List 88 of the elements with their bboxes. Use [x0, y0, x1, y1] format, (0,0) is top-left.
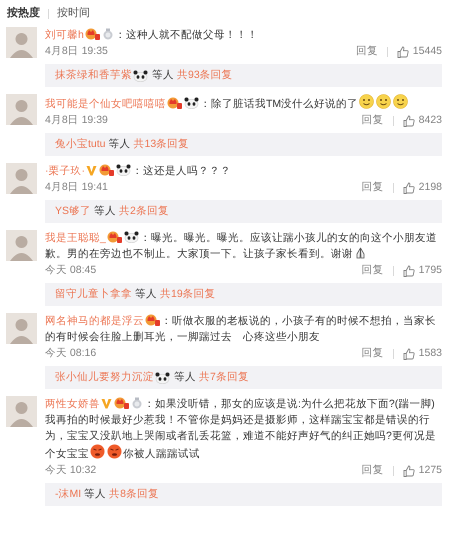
comment-text: 网名神马的都是浮云 ：听做衣服的老板说的，小孩子有的时候不想拍，当家长的有时候会往脸上删耳光，一脚踹过去 心疼这些小朋友 — [45, 313, 437, 345]
crown-badge-icon — [167, 96, 182, 109]
smiley-face-icon — [359, 94, 374, 109]
comment-text: 刘可馨h ：这种人就不配做父母！！！ — [45, 27, 259, 43]
reply-user-link[interactable]: 抹茶绿和香芋紫 — [55, 68, 132, 84]
comment-time: 今天 10:32 — [45, 462, 96, 478]
reply-suffix: 等人 — [94, 204, 116, 219]
reply-link[interactable]: 回复 — [362, 346, 384, 362]
like-button[interactable]: 8423 — [402, 112, 442, 128]
angry-face-icon — [90, 444, 105, 459]
user-name-link[interactable]: 网名神马的都是浮云 — [45, 315, 144, 327]
smiley-face-icon — [376, 94, 392, 109]
panda-icon — [116, 164, 131, 176]
panda-icon — [133, 70, 148, 82]
replies-bar[interactable]: -沫MI 等人 共8条回复 — [45, 483, 442, 506]
reply-user-link[interactable]: 留守儿童卜拿拿 — [55, 286, 132, 302]
replies-bar[interactable]: YS够了 等人 共2条回复 — [45, 200, 442, 223]
panda-icon — [184, 97, 199, 109]
user-name-link[interactable]: ·栗子玖· — [45, 165, 85, 177]
reply-user-link[interactable]: 兔小宝tutu — [55, 136, 106, 152]
comment-time: 4月8日 19:35 — [45, 44, 108, 59]
comment-text: 我可能是个仙女吧嘻嘻嘻 ：除了脏话我TM没什么好说的了 — [45, 94, 442, 112]
crown-badge-icon — [114, 396, 129, 409]
like-button[interactable]: 1795 — [402, 262, 442, 278]
reply-user-link[interactable]: YS够了 — [55, 204, 92, 220]
angry-face-icon — [107, 444, 122, 459]
reply-count-link[interactable]: 共13条回复 — [134, 136, 190, 152]
replies-bar[interactable]: 留守儿童卜拿拿 等人 共19条回复 — [45, 283, 442, 306]
v-mark-icon — [101, 398, 112, 409]
replies-bar[interactable]: 张小仙儿要努力沉淀 等人 共7条回复 — [45, 366, 442, 389]
reply-suffix: 等人 — [135, 286, 157, 302]
reply-link[interactable]: 回复 — [356, 44, 378, 60]
thumbs-up-icon — [402, 348, 415, 360]
sort-tab[interactable]: 按时间 — [57, 5, 90, 22]
panda-icon — [155, 372, 170, 384]
reply-count-link[interactable]: 共2条回复 — [119, 204, 169, 220]
reply-count-link[interactable]: 共19条回复 — [160, 286, 216, 302]
reply-count-link[interactable]: 共8条回复 — [109, 486, 160, 502]
reply-link[interactable]: 回复 — [362, 262, 384, 278]
comment-time: 今天 08:16 — [45, 346, 96, 361]
reply-count-link[interactable]: 共93条回复 — [177, 68, 233, 84]
avatar-icon — [6, 396, 37, 427]
thumbs-up-icon — [402, 464, 415, 476]
comment-time: 4月8日 19:39 — [45, 112, 108, 128]
like-button[interactable]: 1275 — [402, 462, 442, 478]
comment-time: 今天 08:45 — [45, 262, 96, 278]
reply-link[interactable]: 回复 — [362, 112, 384, 128]
replies-bar[interactable]: 兔小宝tutu 等人 共13条回复 — [45, 133, 442, 156]
user-name-link[interactable]: 我是王聪聪_ — [45, 232, 106, 244]
reply-count-link[interactable]: 共7条回复 — [199, 370, 249, 386]
comment-text: ·栗子玖· ：这还是人吗？？？ — [45, 163, 232, 179]
like-button[interactable]: 15445 — [396, 44, 442, 60]
crown-badge-icon — [145, 313, 160, 326]
comment-text: 我是王聪聪_ ：曝光。曝光。曝光。应该让踹小孩儿的女的向这个小朋友道歉。男的在旁边也不制止。大家顶一下。让孩子家长看到。谢谢 — [45, 230, 438, 262]
user-name-link[interactable]: 刘可馨h — [45, 29, 84, 41]
reply-link[interactable]: 回复 — [362, 462, 384, 478]
medal-icon — [131, 397, 143, 409]
v-mark-icon — [86, 165, 97, 176]
thumbs-up-icon — [402, 114, 415, 126]
like-button[interactable]: 1583 — [402, 346, 442, 362]
crown-badge-icon — [84, 27, 100, 40]
smiley-face-icon — [393, 94, 408, 109]
crown-badge-icon — [106, 230, 122, 243]
reply-user-link[interactable]: -沫MI — [55, 486, 82, 502]
sort-tab[interactable]: 按热度 — [7, 5, 40, 22]
comment-text: 两性女娇兽 ：如果没听错，那女的应该是说:为什么把花放下面?(踹一脚)我再拍的时候最好少惹我！不管你是妈妈还是摄影师，这样踹宝宝都是错误的行为，宝宝又没趴地上哭闹或者乱丢花篮，难道不能好声好气的纠正她吗?更何况是个女宝宝 你被人踹踹试试 — [45, 396, 437, 462]
avatar-icon — [6, 163, 37, 194]
avatar-icon — [6, 313, 37, 344]
reply-suffix: 等人 — [174, 370, 196, 385]
reply-suffix: 等人 — [108, 136, 131, 152]
user-name-link[interactable]: 我可能是个仙女吧嘻嘻嘻 — [45, 98, 166, 110]
replies-bar[interactable]: 抹茶绿和香芋紫 等人 共93条回复 — [45, 64, 442, 87]
avatar-icon — [6, 27, 37, 58]
like-button[interactable]: 2198 — [402, 180, 442, 196]
reply-suffix: 等人 — [84, 486, 106, 502]
panda-icon — [124, 231, 139, 243]
thumbs-up-icon — [402, 264, 415, 276]
comment-time: 4月8日 19:41 — [45, 180, 108, 195]
medal-icon — [102, 28, 114, 40]
user-name-link[interactable]: 两性女娇兽 — [45, 398, 100, 410]
crown-badge-icon — [99, 163, 114, 176]
reply-suffix: 等人 — [152, 68, 174, 83]
avatar-icon — [6, 230, 37, 261]
avatar-icon — [6, 94, 37, 125]
reply-link[interactable]: 回复 — [362, 180, 384, 196]
reply-user-link[interactable]: 张小仙儿要努力沉淀 — [55, 370, 154, 386]
thumbs-up-icon — [396, 46, 409, 58]
thumbs-up-icon — [402, 182, 415, 194]
